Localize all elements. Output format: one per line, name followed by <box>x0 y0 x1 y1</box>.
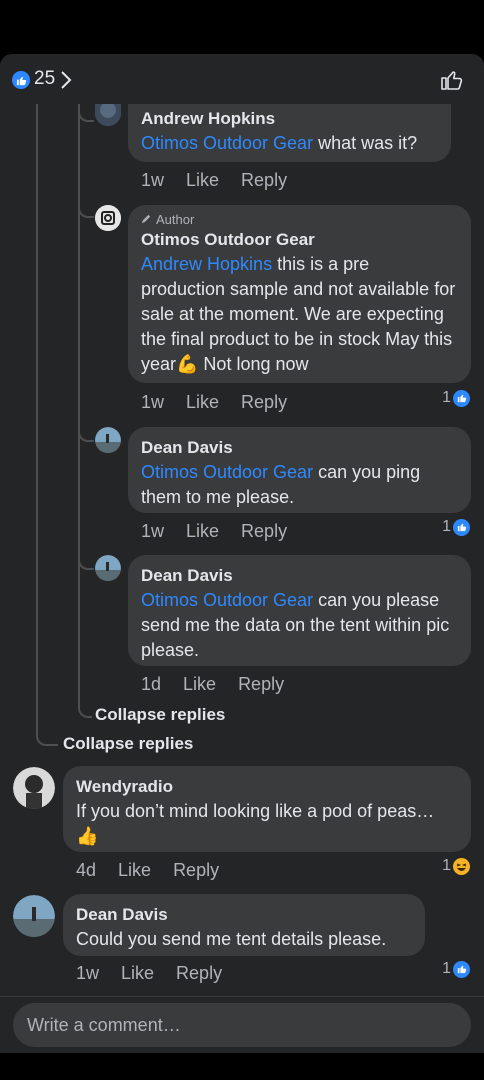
composer-divider <box>0 996 484 997</box>
reply-connector <box>78 104 94 122</box>
comment-bubble: Dean Davis Could you send me tent detail… <box>63 894 425 956</box>
author-tag: Author <box>141 212 458 228</box>
comment-author[interactable]: Otimos Outdoor Gear <box>141 228 458 252</box>
comment-actions: 1d Like Reply <box>141 674 284 695</box>
comment-author[interactable]: Dean Davis <box>141 436 458 460</box>
comment-bubble: Author Otimos Outdoor Gear Andrew Hopkin… <box>128 205 471 383</box>
like-button[interactable]: Like <box>186 392 219 413</box>
comment-time: 1d <box>141 674 162 694</box>
reply-button[interactable]: Reply <box>241 392 287 413</box>
reply-connector <box>78 544 94 570</box>
mention-link[interactable]: Andrew Hopkins <box>141 254 272 274</box>
reply-connector <box>78 414 94 442</box>
comment-author[interactable]: Dean Davis <box>76 903 412 927</box>
reply-button[interactable]: Reply <box>238 674 284 695</box>
collapse-replies-outer[interactable]: Collapse replies <box>63 734 193 754</box>
comment-actions: 1w Like Reply <box>141 392 287 413</box>
reaction-number: 1 <box>442 857 451 874</box>
reply-button[interactable]: Reply <box>176 963 222 984</box>
comment-time: 1w <box>141 521 165 541</box>
reply-button[interactable]: Reply <box>241 170 287 191</box>
inner-collapse-connector <box>78 696 92 718</box>
avatar[interactable] <box>13 895 55 937</box>
like-reaction-icon <box>12 71 30 89</box>
comments-sheet: 25 Andrew Hopkins Otimos Outdoor Gear wh… <box>0 54 484 1053</box>
comment-author[interactable]: Wendyradio <box>76 775 458 799</box>
comment-actions: 1w Like Reply <box>141 170 287 191</box>
comment-time: 1w <box>141 392 165 412</box>
comment-text: what was it? <box>313 133 418 153</box>
like-reaction-icon <box>453 518 470 536</box>
thumbs-up-outline-icon[interactable] <box>440 68 464 97</box>
comment-actions: 1w Like Reply <box>141 521 287 542</box>
comment-bubble: Dean Davis Otimos Outdoor Gear can you p… <box>128 555 471 666</box>
comment-actions: 4d Like Reply <box>76 860 219 881</box>
avatar[interactable] <box>95 104 121 126</box>
comment-bubble: Dean Davis Otimos Outdoor Gear can you p… <box>128 427 471 513</box>
comment-author[interactable]: Dean Davis <box>141 564 458 588</box>
chevron-right-icon[interactable] <box>60 69 72 96</box>
mention-link[interactable]: Otimos Outdoor Gear <box>141 133 313 153</box>
mention-link[interactable]: Otimos Outdoor Gear <box>141 462 313 482</box>
avatar[interactable] <box>95 555 121 581</box>
pencil-icon <box>141 212 152 228</box>
comment-time: 4d <box>76 860 97 880</box>
comment-text: If you don’t mind looking like a pod of … <box>76 801 435 846</box>
reaction-count[interactable]: 1 <box>442 857 470 875</box>
like-button[interactable]: Like <box>186 170 219 191</box>
collapse-replies-inner[interactable]: Collapse replies <box>95 705 225 725</box>
like-reaction-icon <box>453 960 470 978</box>
comment-text: Could you send me tent details please. <box>76 929 387 949</box>
reaction-count[interactable]: 1 <box>442 518 470 536</box>
like-button[interactable]: Like <box>186 521 219 542</box>
comment-time: 1w <box>76 963 100 983</box>
outer-collapse-connector <box>36 726 58 746</box>
like-reaction-icon <box>453 389 470 407</box>
like-button[interactable]: Like <box>118 860 151 881</box>
avatar[interactable] <box>95 427 121 453</box>
author-tag-label: Author <box>156 212 195 227</box>
comment-actions: 1w Like Reply <box>76 963 222 984</box>
reactions-header[interactable]: 25 <box>0 54 484 104</box>
outer-thread-line <box>36 104 38 732</box>
comment-input[interactable]: Write a comment… <box>13 1003 471 1047</box>
comment-author[interactable]: Andrew Hopkins <box>141 107 438 131</box>
mention-link[interactable]: Otimos Outdoor Gear <box>141 590 313 610</box>
avatar[interactable] <box>13 767 55 809</box>
comment-bubble: Wendyradio If you don’t mind looking lik… <box>63 766 471 852</box>
avatar[interactable] <box>95 205 121 231</box>
like-button[interactable]: Like <box>183 674 216 695</box>
reaction-count[interactable]: 1 <box>442 389 470 407</box>
reaction-count[interactable]: 1 <box>442 960 470 978</box>
like-count: 25 <box>34 68 56 89</box>
reaction-number: 1 <box>442 960 451 977</box>
reply-connector <box>78 194 94 218</box>
comment-bubble: Andrew Hopkins Otimos Outdoor Gear what … <box>128 104 451 162</box>
haha-reaction-icon <box>453 857 470 875</box>
reply-button[interactable]: Reply <box>241 521 287 542</box>
reaction-number: 1 <box>442 389 451 406</box>
reaction-number: 1 <box>442 518 451 535</box>
comment-time: 1w <box>141 170 165 190</box>
reply-button[interactable]: Reply <box>173 860 219 881</box>
like-button[interactable]: Like <box>121 963 154 984</box>
